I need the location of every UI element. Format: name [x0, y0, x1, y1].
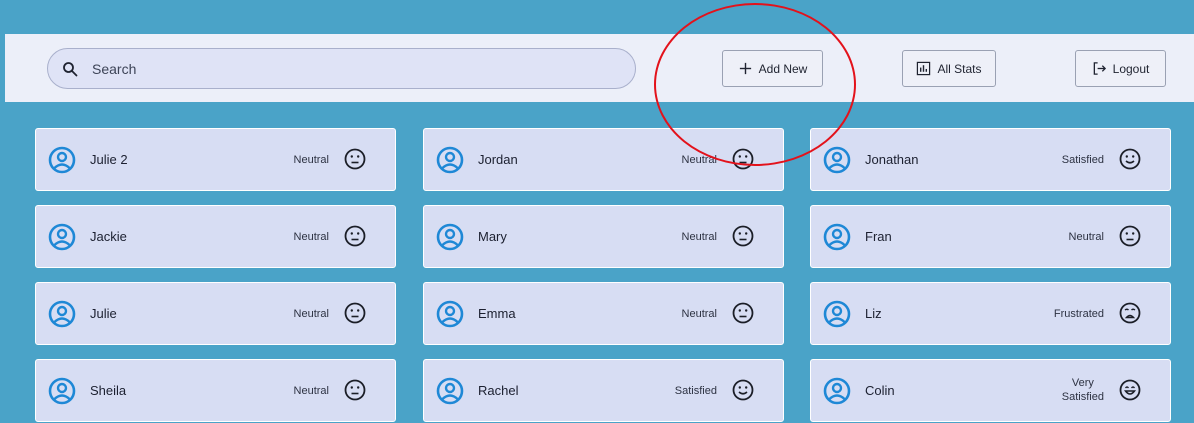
contact-name: Sheila: [90, 383, 127, 398]
bar-chart-icon: [917, 61, 931, 76]
logout-button[interactable]: Logout: [1075, 50, 1166, 87]
contact-card[interactable]: Julie Neutral: [35, 282, 396, 345]
contact-status: Neutral: [293, 231, 329, 243]
search-input[interactable]: Search: [47, 48, 636, 89]
neutral-face-icon: [732, 302, 754, 324]
neutral-face-icon: [344, 225, 366, 247]
contact-status: Very Satisfied: [1061, 377, 1104, 403]
contact-name: Julie 2: [90, 152, 128, 167]
contact-status: Neutral: [293, 385, 329, 397]
contact-card[interactable]: Jonathan Satisfied: [810, 128, 1171, 191]
logout-icon: [1093, 62, 1106, 75]
contact-card[interactable]: Jordan Neutral: [423, 128, 784, 191]
neutral-face-icon: [344, 379, 366, 401]
search-placeholder: Search: [92, 60, 137, 77]
account-circle-icon: [48, 300, 76, 328]
contact-status: Neutral: [293, 308, 329, 320]
contact-status: Satisfied: [674, 385, 717, 397]
contact-status: Neutral: [293, 154, 329, 166]
contact-name: Jackie: [90, 229, 127, 244]
contact-card[interactable]: Rachel Satisfied: [423, 359, 784, 422]
account-circle-icon: [436, 146, 464, 174]
account-circle-icon: [823, 146, 851, 174]
neutral-face-icon: [344, 148, 366, 170]
search-icon: [63, 61, 78, 76]
contact-name: Jonathan: [865, 152, 919, 167]
header-bar: Search Add New All Stats Logout: [5, 34, 1194, 102]
contact-name: Julie: [90, 306, 117, 321]
contact-name: Fran: [865, 229, 892, 244]
account-circle-icon: [436, 377, 464, 405]
account-circle-icon: [436, 223, 464, 251]
neutral-face-icon: [732, 225, 754, 247]
account-circle-icon: [48, 146, 76, 174]
contact-status: Neutral: [1068, 231, 1104, 243]
neutral-face-icon: [732, 148, 754, 170]
neutral-face-icon: [1119, 225, 1141, 247]
contact-card[interactable]: Emma Neutral: [423, 282, 784, 345]
smile-face-icon: [732, 379, 754, 401]
add-new-button[interactable]: Add New: [722, 50, 823, 87]
account-circle-icon: [823, 223, 851, 251]
logout-label: Logout: [1112, 61, 1150, 76]
contact-status: Neutral: [681, 308, 717, 320]
contact-name: Liz: [865, 306, 882, 321]
contact-name: Emma: [478, 306, 516, 321]
all-stats-button[interactable]: All Stats: [902, 50, 996, 87]
contact-card[interactable]: Colin Very Satisfied: [810, 359, 1171, 422]
account-circle-icon: [436, 300, 464, 328]
contact-card[interactable]: Liz Frustrated: [810, 282, 1171, 345]
contact-card[interactable]: Fran Neutral: [810, 205, 1171, 268]
account-circle-icon: [48, 223, 76, 251]
plus-icon: [739, 62, 751, 75]
contact-status: Neutral: [681, 231, 717, 243]
contact-card[interactable]: Jackie Neutral: [35, 205, 396, 268]
contact-name: Mary: [478, 229, 507, 244]
grin-face-icon: [1119, 379, 1141, 401]
all-stats-label: All Stats: [937, 61, 982, 76]
neutral-face-icon: [344, 302, 366, 324]
contact-status: Neutral: [681, 154, 717, 166]
contact-name: Jordan: [478, 152, 518, 167]
account-circle-icon: [48, 377, 76, 405]
contact-card[interactable]: Sheila Neutral: [35, 359, 396, 422]
account-circle-icon: [823, 377, 851, 405]
add-new-label: Add New: [758, 61, 808, 76]
contact-card[interactable]: Julie 2 Neutral: [35, 128, 396, 191]
frustrated-face-icon: [1119, 302, 1141, 324]
account-circle-icon: [823, 300, 851, 328]
contact-card[interactable]: Mary Neutral: [423, 205, 784, 268]
contact-status: Frustrated: [1053, 308, 1104, 320]
smile-face-icon: [1119, 148, 1141, 170]
contact-name: Rachel: [478, 383, 519, 398]
contact-status: Satisfied: [1061, 154, 1104, 166]
contact-name: Colin: [865, 383, 895, 398]
